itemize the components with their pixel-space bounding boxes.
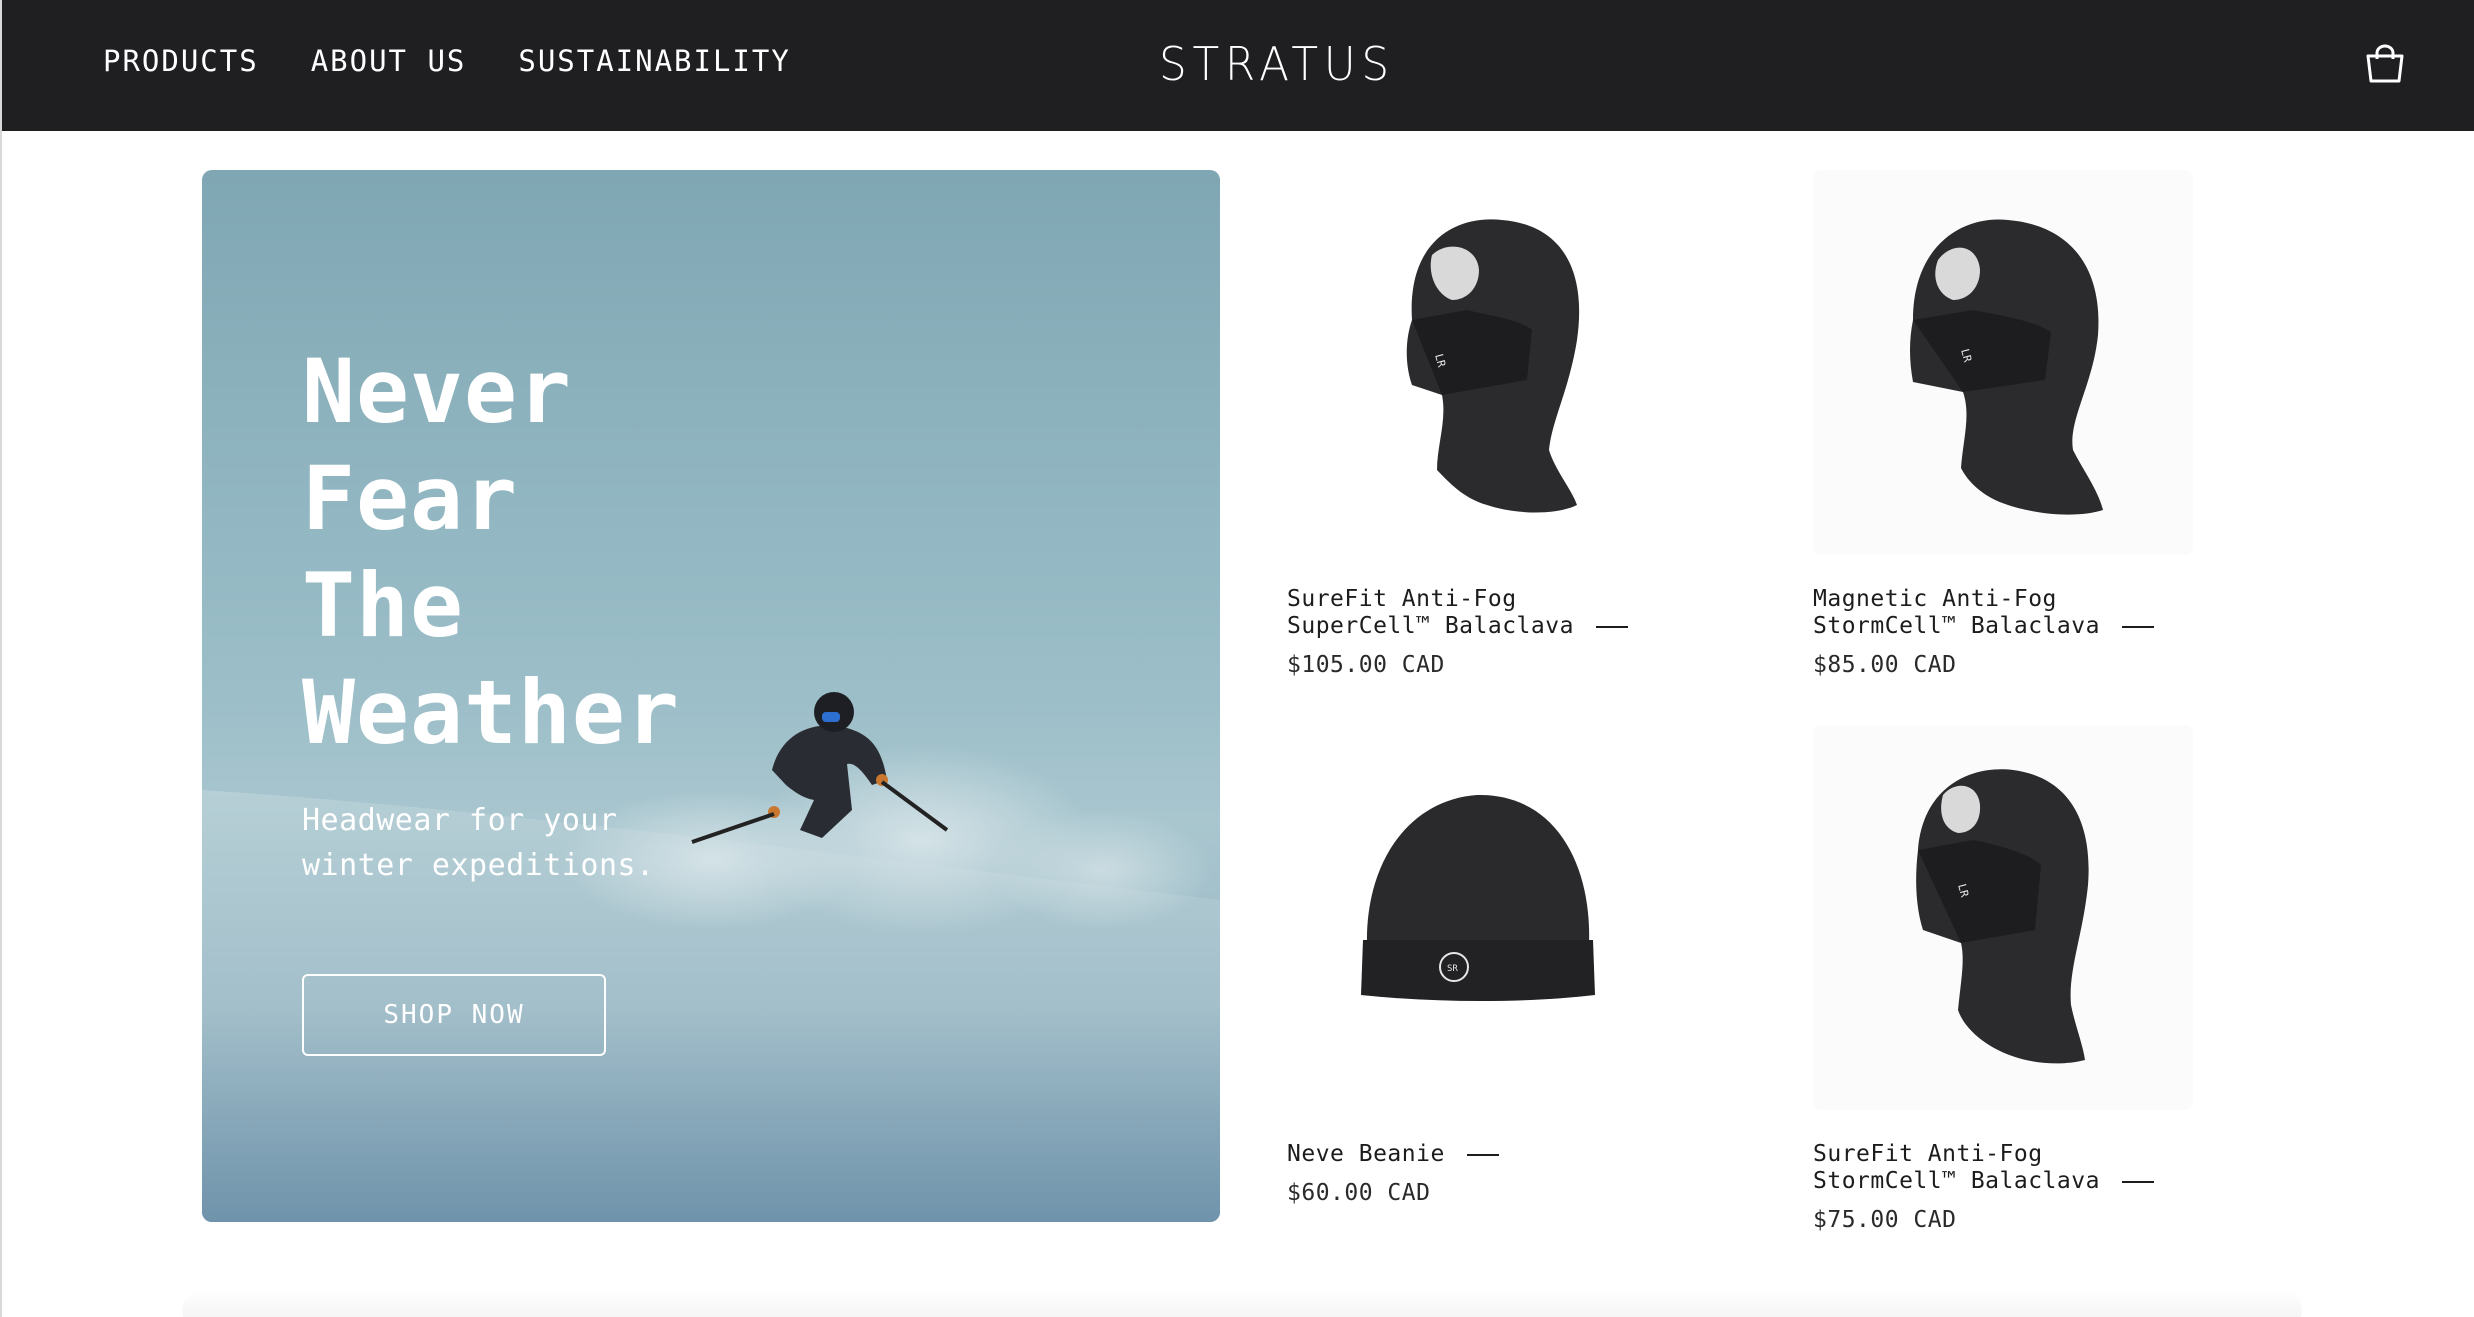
shopping-bag-icon[interactable] bbox=[2364, 44, 2406, 84]
balaclava-image: LR bbox=[1910, 219, 2103, 515]
hero-title-line: The bbox=[302, 554, 464, 657]
section-divider-shadow bbox=[182, 1290, 2302, 1317]
product-card[interactable]: LR SureFit Anti-Fog StormCell™ Balaclava… bbox=[1813, 725, 2233, 1245]
hero-banner: Never Fear The Weather Headwear for your… bbox=[202, 170, 1220, 1222]
product-name-line: StormCell™ Balaclava bbox=[1813, 613, 2100, 639]
hero-title-line: Never bbox=[302, 340, 572, 443]
product-price: $85.00 CAD bbox=[1813, 652, 1957, 678]
svg-text:SR: SR bbox=[1447, 964, 1458, 974]
product-name[interactable]: SureFit Anti-Fog StormCell™ Balaclava bbox=[1813, 1141, 2233, 1195]
product-name-line: SureFit Anti-Fog bbox=[1287, 586, 1517, 612]
product-price: $60.00 CAD bbox=[1287, 1180, 1431, 1206]
brand-logo[interactable]: STRATUS bbox=[1159, 34, 1389, 94]
page: PRODUCTS ABOUT US SUSTAINABILITY STRATUS bbox=[0, 0, 2474, 1317]
dash-decoration bbox=[2121, 625, 2154, 628]
product-name[interactable]: SureFit Anti-Fog SuperCell™ Balaclava bbox=[1287, 586, 1707, 640]
dash-decoration bbox=[1595, 625, 1628, 628]
product-image[interactable]: SR bbox=[1287, 725, 1667, 1110]
balaclava-image: LR bbox=[1916, 769, 2089, 1064]
hero-title-line: Weather bbox=[302, 661, 680, 764]
beanie-image: SR bbox=[1361, 794, 1595, 1001]
balaclava-image: LR bbox=[1406, 219, 1580, 513]
product-name-line: Magnetic Anti-Fog bbox=[1813, 586, 2057, 612]
product-card[interactable]: LR Magnetic Anti-Fog StormCell™ Balaclav… bbox=[1813, 170, 2233, 690]
nav-about-us-link[interactable]: ABOUT US bbox=[311, 44, 467, 78]
product-name-line: SuperCell™ Balaclava bbox=[1287, 613, 1574, 639]
product-image[interactable]: LR bbox=[1287, 170, 1667, 555]
product-name-line: SureFit Anti-Fog bbox=[1813, 1141, 2043, 1167]
dash-decoration bbox=[1466, 1153, 1499, 1156]
product-image[interactable]: LR bbox=[1813, 170, 2193, 555]
hero-title: Never Fear The Weather bbox=[302, 338, 680, 766]
shop-now-button[interactable]: SHOP NOW bbox=[302, 974, 606, 1056]
hero-subtitle: Headwear for your winter expeditions. bbox=[302, 803, 655, 883]
dash-decoration bbox=[2121, 1180, 2154, 1183]
product-image[interactable]: LR bbox=[1813, 725, 2193, 1110]
nav-products-link[interactable]: PRODUCTS bbox=[103, 44, 259, 78]
product-name-line: StormCell™ Balaclava bbox=[1813, 1168, 2100, 1194]
product-price: $105.00 CAD bbox=[1287, 652, 1445, 678]
product-card[interactable]: LR SureFit Anti-Fog SuperCell™ Balaclava… bbox=[1287, 170, 1707, 690]
nav-sustainability-link[interactable]: SUSTAINABILITY bbox=[518, 44, 790, 78]
product-card[interactable]: SR Neve Beanie $60.00 CAD bbox=[1287, 725, 1707, 1225]
product-name-line: Neve Beanie bbox=[1287, 1141, 1445, 1167]
hero-title-line: Fear bbox=[302, 447, 518, 550]
site-header: PRODUCTS ABOUT US SUSTAINABILITY STRATUS bbox=[2, 0, 2474, 131]
product-name[interactable]: Neve Beanie bbox=[1287, 1141, 1707, 1168]
product-price: $75.00 CAD bbox=[1813, 1207, 1957, 1233]
main-nav: PRODUCTS ABOUT US SUSTAINABILITY bbox=[103, 44, 791, 78]
product-name[interactable]: Magnetic Anti-Fog StormCell™ Balaclava bbox=[1813, 586, 2233, 640]
